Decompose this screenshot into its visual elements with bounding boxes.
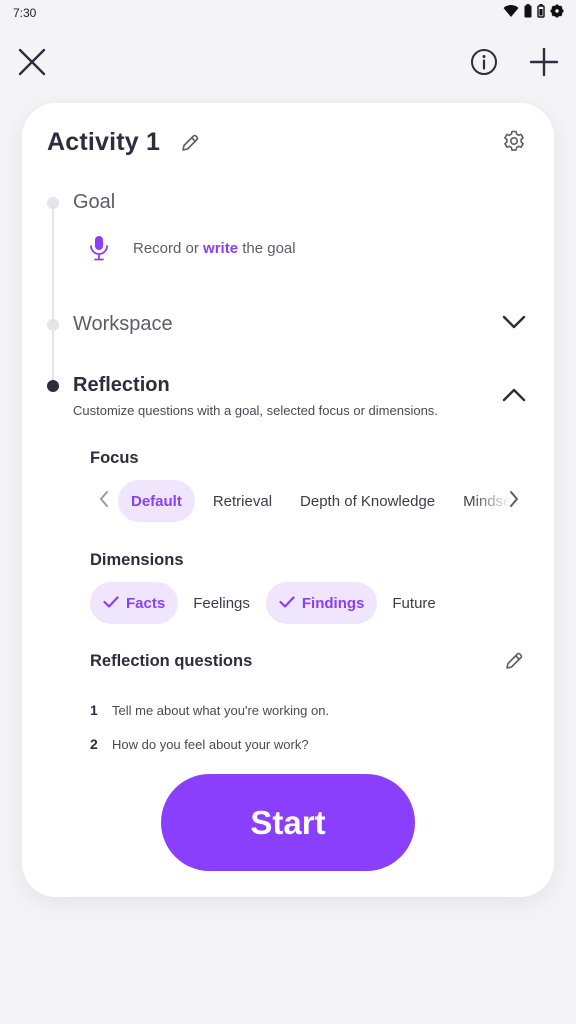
check-icon xyxy=(103,595,119,612)
focus-title: Focus xyxy=(90,449,139,467)
activity-title: Activity 1 xyxy=(47,128,161,156)
activity-card: Activity 1 Goal Record or write the goal… xyxy=(22,103,554,897)
question-text: How do you feel about your work? xyxy=(112,736,309,752)
timeline-dot-reflection xyxy=(47,380,59,392)
workspace-expand-button[interactable] xyxy=(500,310,528,338)
question-number: 2 xyxy=(90,736,98,752)
chevron-right-icon xyxy=(509,490,519,513)
question-item: 1 Tell me about what you're working on. xyxy=(90,693,329,727)
dimensions-chip-row: Facts Feelings Findings Future xyxy=(90,582,449,624)
goal-suffix-text: the goal xyxy=(242,239,296,257)
plus-icon xyxy=(529,47,559,82)
reflection-questions-title: Reflection questions xyxy=(90,652,253,670)
step-goal-label[interactable]: Goal xyxy=(73,191,115,214)
question-text: Tell me about what you're working on. xyxy=(112,702,330,718)
focus-chip-mindset[interactable]: Mindset xyxy=(450,480,511,522)
wifi-icon xyxy=(503,4,519,18)
chevron-up-icon xyxy=(502,388,526,407)
reflection-description: Customize questions with a goal, selecte… xyxy=(73,403,438,418)
reflection-collapse-button[interactable] xyxy=(500,383,528,411)
step-reflection-label[interactable]: Reflection xyxy=(73,374,170,397)
info-button[interactable] xyxy=(464,44,504,84)
pencil-icon[interactable] xyxy=(179,132,201,154)
dimension-label-facts: Facts xyxy=(126,594,166,612)
goal-write-link[interactable]: write xyxy=(203,240,238,257)
start-button[interactable]: Start xyxy=(161,774,415,871)
step-workspace-label[interactable]: Workspace xyxy=(73,313,173,336)
gear-icon[interactable] xyxy=(502,129,526,153)
edit-questions-icon[interactable] xyxy=(503,650,525,672)
focus-chip-retrieval[interactable]: Retrieval xyxy=(200,480,285,522)
add-button[interactable] xyxy=(524,44,564,84)
chevron-left-icon xyxy=(99,490,109,513)
reflection-questions-list: 1 Tell me about what you're working on. … xyxy=(90,693,329,761)
goal-record-text: Record or xyxy=(133,239,199,257)
focus-chip-row: Default Retrieval Depth of Knowledge Min… xyxy=(118,480,511,522)
dimension-chip-feelings[interactable]: Feelings xyxy=(180,582,263,624)
status-time: 7:30 xyxy=(13,6,37,20)
timeline-line xyxy=(52,203,54,386)
settings-gear-icon xyxy=(550,4,564,18)
goal-prompt: Record or write the goal xyxy=(133,240,296,257)
timeline-dot-goal xyxy=(47,197,59,209)
dimension-label-findings: Findings xyxy=(301,594,365,612)
info-icon xyxy=(470,48,498,81)
battery-icon xyxy=(524,4,532,18)
close-button[interactable] xyxy=(12,44,52,84)
focus-next-button[interactable] xyxy=(504,489,524,513)
goal-row: Record or write the goal xyxy=(88,235,296,261)
microphone-icon[interactable] xyxy=(88,235,110,261)
focus-chip-depth-of-knowledge[interactable]: Depth of Knowledge xyxy=(287,480,448,522)
battery-alt-icon xyxy=(537,4,545,18)
dimension-chip-facts[interactable]: Facts xyxy=(90,582,179,624)
dimension-chip-findings[interactable]: Findings xyxy=(265,582,378,624)
dimensions-title: Dimensions xyxy=(90,551,184,569)
status-icons xyxy=(503,4,564,18)
status-bar: 7:30 xyxy=(0,0,576,26)
close-icon xyxy=(18,48,46,81)
question-item: 2 How do you feel about your work? xyxy=(90,727,329,761)
focus-chip-default[interactable]: Default xyxy=(118,480,195,522)
focus-prev-button[interactable] xyxy=(94,489,114,513)
focus-chip-scroller[interactable]: Default Retrieval Depth of Knowledge Min… xyxy=(118,480,511,522)
check-icon xyxy=(279,595,295,612)
dimension-chip-future[interactable]: Future xyxy=(379,582,448,624)
question-number: 1 xyxy=(90,702,98,718)
timeline-dot-workspace xyxy=(47,319,59,331)
chevron-down-icon xyxy=(502,315,526,334)
